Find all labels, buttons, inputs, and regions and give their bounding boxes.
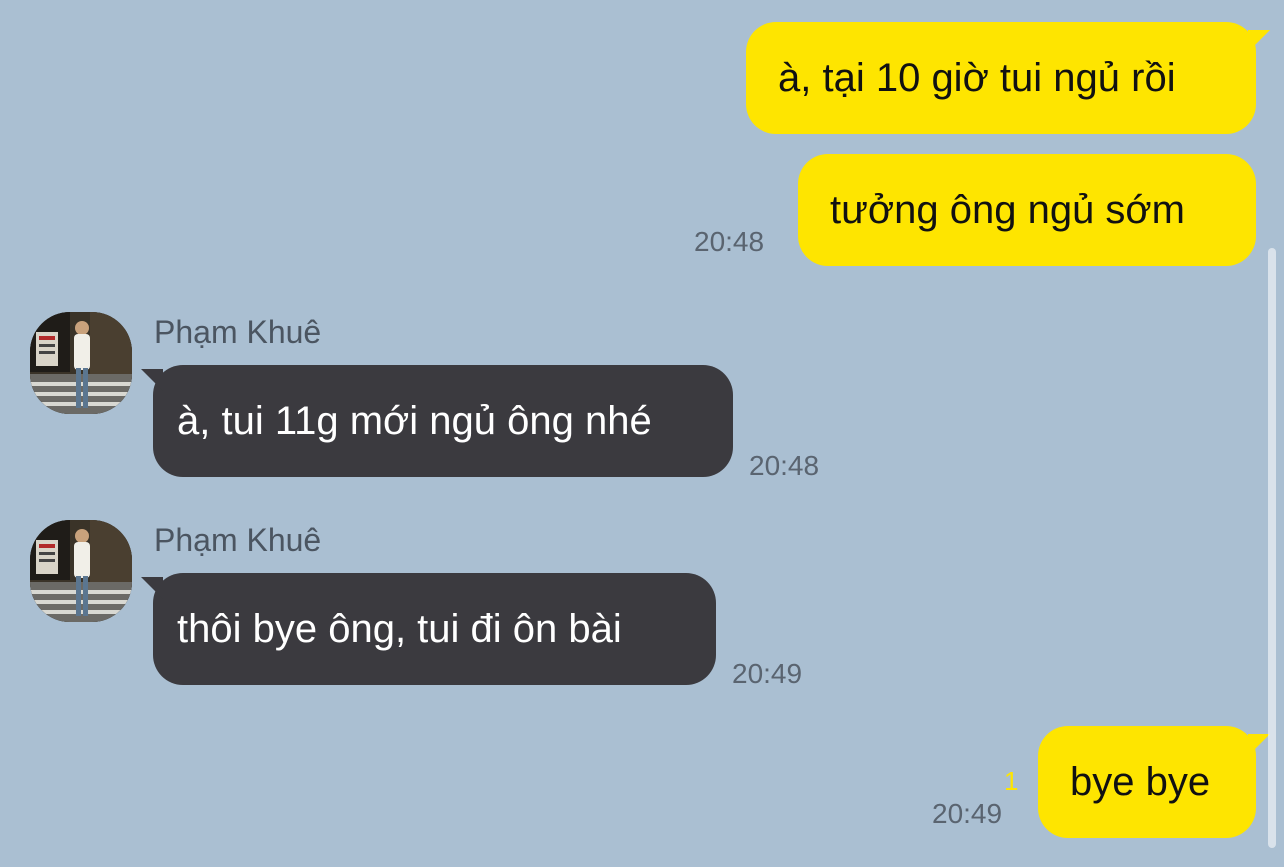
message-timestamp: 20:49 (932, 798, 1003, 829)
message-timestamp: 20:48 (749, 450, 820, 481)
message-text: bye bye (1070, 760, 1211, 804)
outgoing-message-bubble[interactable]: bye bye (1038, 726, 1270, 838)
incoming-message-bubble[interactable]: à, tui 11g mới ngủ ông nhé (141, 365, 733, 477)
bubble-tail (141, 369, 163, 391)
message-timestamp: 20:49 (732, 658, 803, 689)
bubble-tail (141, 577, 163, 599)
sender-avatar[interactable] (30, 312, 132, 414)
bubble-tail (1248, 30, 1270, 52)
message-text: tưởng ông ngủ sớm (830, 188, 1185, 232)
unread-count: 1 (1004, 766, 1019, 796)
outgoing-message-bubble[interactable]: tưởng ông ngủ sớm (798, 154, 1256, 266)
outgoing-message-bubble[interactable]: à, tại 10 giờ tui ngủ rồi (746, 22, 1270, 134)
sender-name: Phạm Khuê (154, 314, 322, 350)
profile-photo-icon (30, 520, 132, 622)
scrollbar[interactable] (1268, 248, 1276, 848)
message-text: à, tại 10 giờ tui ngủ rồi (778, 56, 1176, 100)
chat-message-list[interactable]: à, tại 10 giờ tui ngủ rồi tưởng ông ngủ … (0, 0, 1284, 867)
message-text: à, tui 11g mới ngủ ông nhé (177, 399, 652, 443)
message-text: thôi bye ông, tui đi ôn bài (177, 607, 622, 651)
message-timestamp: 20:48 (694, 226, 765, 257)
sender-name: Phạm Khuê (154, 522, 322, 558)
profile-photo-icon (30, 312, 132, 414)
bubble-tail (1248, 734, 1270, 756)
incoming-message-bubble[interactable]: thôi bye ông, tui đi ôn bài (141, 573, 716, 685)
sender-avatar[interactable] (30, 520, 132, 622)
